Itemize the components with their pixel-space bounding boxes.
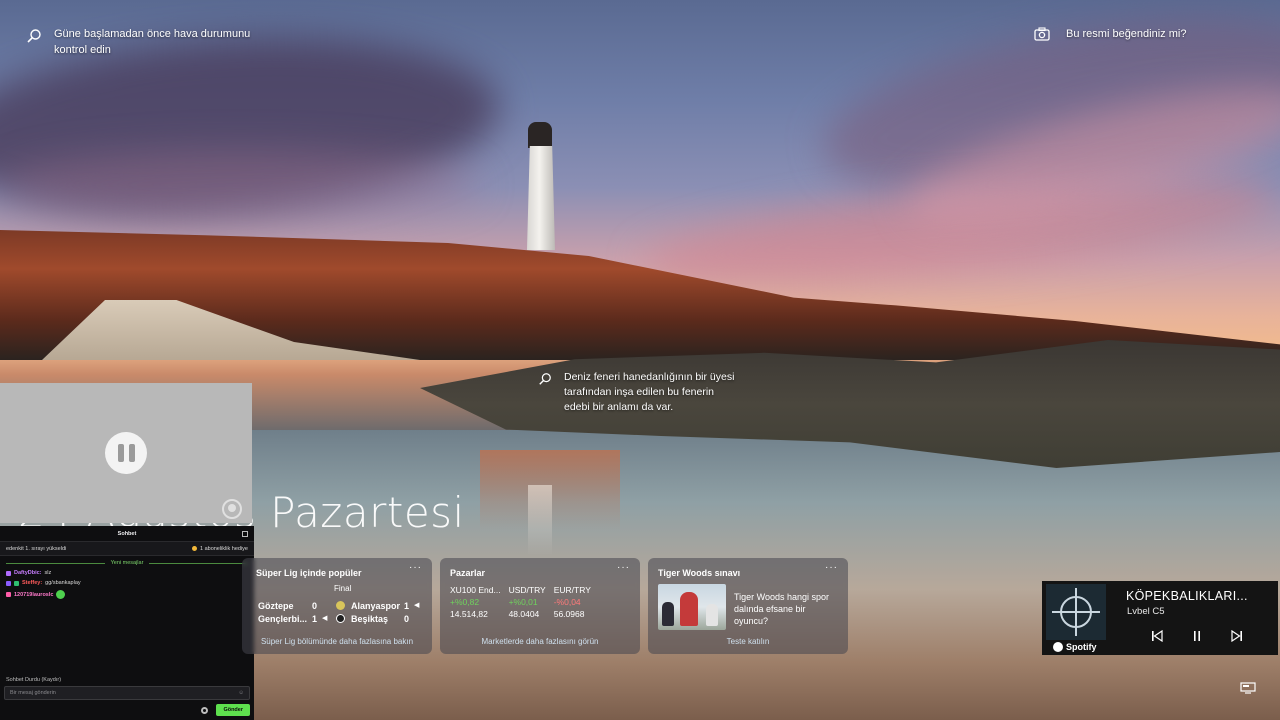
chat-info-right[interactable]: 1 aboneliklik hediye [191,545,248,552]
market-value: 56.0968 [553,609,585,619]
search-icon [27,29,41,43]
sports-more-button[interactable]: ··· [409,562,422,573]
chat-message: DaftyDbic: slz [0,568,254,578]
chat-username[interactable]: Steffey: [22,580,42,586]
match-row[interactable]: Göztepe 0 Alanyaspor 1 ◀ [258,601,426,613]
spotify-brand: Spotify [1066,642,1097,652]
chat-footer: Sohbet Durdu (Kaydır) Bir mesaj gönderin… [0,677,254,720]
quiz-widget[interactable]: Tiger Woods sınavı ··· Tiger Woods hangi… [648,558,848,654]
chat-input-placeholder: Bir mesaj gönderin [10,690,56,696]
weather-hint[interactable]: Güne başlamadan önce hava durumunu kontr… [26,27,286,59]
markets-table: XU100 End... USD/TRY EUR/TRY +%0,82 +%0,… [450,585,599,621]
quiz-start-link[interactable]: Teste katılın [648,637,848,646]
cast-icon[interactable] [222,499,242,519]
spotify-player: Spotify KÖPEKBALIKLARI... Lvbel C5 [1042,581,1278,655]
previous-icon[interactable] [1150,629,1164,643]
chat-username[interactable]: 120719lauroslc [14,592,53,598]
quiz-question: Tiger Woods hangi spor dalında efsane bi… [734,592,830,627]
image-fact-hint[interactable]: Deniz feneri hanedanlığının bir üyesi ta… [538,370,738,416]
camera-icon [1034,27,1050,41]
market-change: -%0,04 [553,597,581,607]
home-score: 0 [312,601,318,611]
sports-title: Süper Lig içinde popüler [256,568,362,578]
cloud [0,150,480,220]
home-team: Gençlerbi... [258,614,308,624]
album-art [1046,584,1106,640]
spotify-logo: Spotify [1053,642,1097,652]
sports-widget[interactable]: Süper Lig içinde popüler ··· Final Gözte… [242,558,432,654]
market-name[interactable]: EUR/TRY [554,585,599,597]
spotify-logo-icon [1053,642,1063,652]
next-icon[interactable] [1230,629,1244,643]
market-name[interactable]: XU100 End... [450,585,509,597]
team-logo-icon [336,614,345,623]
home-score: 1 [312,614,318,624]
lighthouse-lantern [528,122,552,148]
team-logo-icon [336,601,345,610]
away-team: Beşiktaş [351,614,389,624]
quiz-more-button[interactable]: ··· [825,562,838,573]
artist-name: Lvbel C5 [1127,606,1165,617]
like-image-text: Bu resmi beğendiniz mi? [1066,28,1187,40]
winner-arrow-icon: ◀ [414,602,420,609]
weather-hint-text: Güne başlamadan önce hava durumunu kontr… [54,28,251,56]
badge-icon [6,592,11,597]
markets-more-link[interactable]: Marketlerde daha fazlasını görün [440,637,640,646]
lighthouse-tower [527,146,555,250]
image-fact-text: Deniz feneri hanedanlığının bir üyesi ta… [564,371,735,414]
like-image-hint[interactable]: Bu resmi beğendiniz mi? [1034,27,1186,41]
coin-icon [191,546,197,551]
market-change: +%0,01 [508,597,538,607]
sports-more-link[interactable]: Süper Lig bölümünde daha fazlasına bakın [242,637,432,646]
markets-more-button[interactable]: ··· [617,562,630,573]
chat-header: Sohbet [0,526,254,542]
chat-message: Steffey: gg/sbankaplay [0,578,254,588]
lighthouse-reflection [528,485,552,555]
chat-paused-status[interactable]: Sohbet Durdu (Kaydır) [0,677,254,686]
chat-input[interactable]: Bir mesaj gönderin ☺ [4,686,250,700]
song-title: KÖPEKBALIKLARI... [1126,589,1248,603]
home-team: Göztepe [258,601,294,611]
search-icon [539,373,551,385]
chat-info-right-text: 1 aboneliklik hediye [199,545,248,552]
chat-title: Sohbet [117,530,137,537]
emote-icon [56,590,66,599]
away-team: Alanyaspor [351,601,401,611]
chat-info-left: edenkit 1. sırayı yükseldi [6,545,67,552]
match-row[interactable]: Gençlerbi... 1 ◀ Beşiktaş 0 [258,614,426,626]
market-value: 48.0404 [508,609,540,619]
badge-icon [14,580,19,586]
market-name[interactable]: USD/TRY [509,585,554,597]
away-score: 0 [404,614,410,624]
chat-panel: Sohbet edenkit 1. sırayı yükseldi 1 abon… [0,526,254,720]
gift-icon[interactable] [242,531,248,537]
quiz-thumbnail [658,584,726,630]
market-value: 14.514,82 [450,609,488,619]
away-score: 1 [404,601,410,611]
send-button[interactable]: Gönder [216,704,250,716]
markets-title: Pazarlar [450,568,486,578]
winner-arrow-icon: ◀ [322,615,328,622]
display-icon[interactable] [1240,682,1256,694]
chat-text: slz [44,570,52,576]
chat-text: gg/sbankaplay [45,580,81,586]
final-label: Final [334,584,352,593]
chat-username[interactable]: DaftyDbic: [14,570,42,576]
badge-icon [6,570,11,576]
gear-icon[interactable] [201,706,209,714]
chat-message: 120719lauroslc [0,588,254,601]
badge-icon [6,580,11,586]
markets-widget[interactable]: Pazarlar ··· XU100 End... USD/TRY EUR/TR… [440,558,640,654]
quiz-title: Tiger Woods sınavı [658,568,741,578]
pause-icon[interactable] [105,432,147,474]
play-pause-icon[interactable] [1190,629,1204,643]
chat-info-bar: edenkit 1. sırayı yükseldi 1 aboneliklik… [0,542,254,556]
chat-actions: Gönder [0,700,254,720]
new-messages-divider: Yeni mesajlar [6,560,248,566]
emoji-icon[interactable]: ☺ [238,690,244,696]
market-change: +%0,82 [450,597,480,607]
